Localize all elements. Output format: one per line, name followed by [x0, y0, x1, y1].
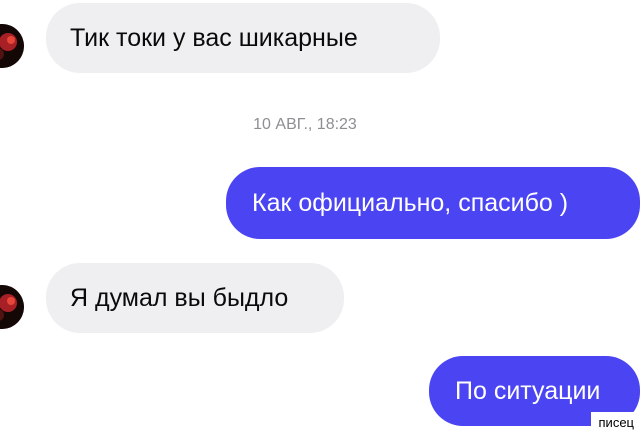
- message-text: Я думал вы быдло: [70, 283, 289, 312]
- outgoing-message-bubble[interactable]: Как официально, спасибо ): [226, 167, 640, 239]
- message-text: Как официально, спасибо ): [252, 188, 569, 217]
- sender-avatar-icon[interactable]: [0, 24, 24, 68]
- chat-thread: Тик токи у вас шикарные 10 АВГ., 18:23 К…: [0, 0, 640, 434]
- message-text: Тик токи у вас шикарные: [70, 23, 358, 52]
- incoming-message-bubble[interactable]: Тик токи у вас шикарные: [46, 3, 440, 73]
- watermark-label: писец: [590, 412, 640, 434]
- message-text: По ситуации: [455, 376, 601, 405]
- incoming-message-bubble[interactable]: Я думал вы быдло: [46, 263, 344, 333]
- sender-avatar-icon[interactable]: [0, 285, 24, 329]
- message-timestamp: 10 АВГ., 18:23: [253, 116, 357, 133]
- avatar-icon: [0, 24, 24, 68]
- avatar-icon: [0, 285, 24, 329]
